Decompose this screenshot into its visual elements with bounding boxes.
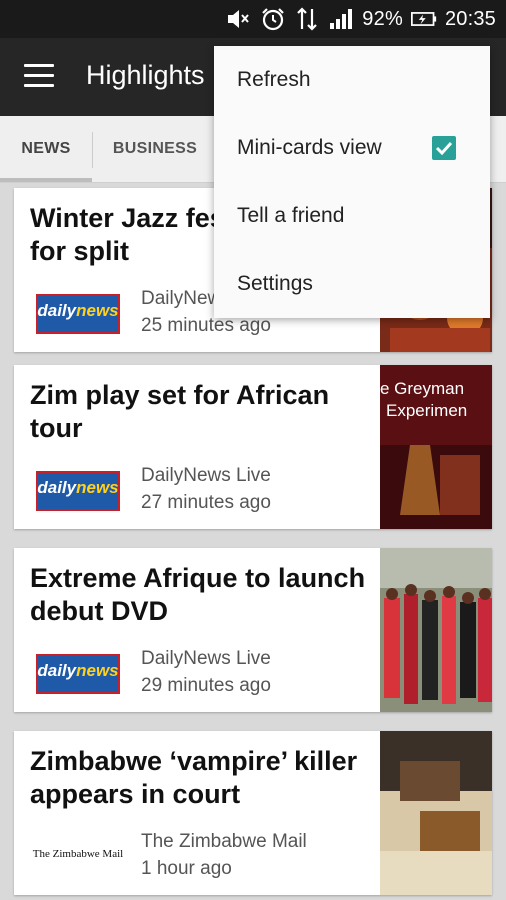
article-title-line: Zim play set for African <box>30 380 330 410</box>
status-icons: 92% 20:35 <box>226 6 496 32</box>
page-title: Highlights <box>86 60 205 90</box>
signal-icon <box>328 6 354 32</box>
source-logo: The Zimbabwe Mail <box>28 837 132 877</box>
publish-time: 27 minutes ago <box>141 492 271 513</box>
alarm-icon <box>260 6 286 32</box>
article-title: Extreme Afrique to launch debut DVD <box>30 562 378 628</box>
article-title-line: Extreme Afrique to launch <box>30 563 366 593</box>
menu-item-tell-a-friend[interactable]: Tell a friend <box>214 182 490 250</box>
source-logo: dailynews <box>36 654 122 694</box>
menu-item-settings[interactable]: Settings <box>214 250 490 318</box>
thumbnail-caption: Experimen <box>386 401 468 420</box>
article-card[interactable]: Zim play set for African tour dailynews … <box>14 365 492 529</box>
source-name: The Zimbabwe Mail <box>141 831 307 852</box>
hamburger-menu-icon[interactable] <box>24 64 56 88</box>
article-card[interactable]: Extreme Afrique to launch debut DVD dail… <box>14 548 492 712</box>
thumbnail-caption: e Greyman <box>380 379 465 398</box>
overflow-menu: Refresh Mini-cards view Tell a friend Se… <box>214 46 490 318</box>
menu-item-label: Refresh <box>237 68 311 91</box>
menu-item-label: Tell a friend <box>237 204 345 227</box>
status-bar: 92% 20:35 <box>0 0 506 38</box>
data-transfer-icon <box>294 6 320 32</box>
article-title: Zimbabwe ‘vampire’ killer appears in cou… <box>30 745 378 811</box>
tab-business[interactable]: BUSINESS <box>96 116 214 182</box>
menu-item-refresh[interactable]: Refresh <box>214 46 490 114</box>
article-title: Zim play set for African tour <box>30 379 378 445</box>
article-title-line: appears in court <box>30 779 241 809</box>
menu-item-label: Mini-cards view <box>237 136 382 159</box>
source-logo: dailynews <box>36 471 122 511</box>
article-thumbnail <box>380 731 492 895</box>
source-name: DailyNews Live <box>141 648 271 669</box>
article-title-line: Zimbabwe ‘vampire’ killer <box>30 746 358 776</box>
battery-charging-icon <box>410 6 437 32</box>
battery-percent: 92% <box>362 7 403 30</box>
active-tab-indicator <box>0 178 92 182</box>
source-name: DailyNews Live <box>141 465 271 486</box>
checkmark-icon <box>435 141 453 155</box>
article-thumbnail <box>380 548 492 712</box>
article-title-line: tour <box>30 413 83 443</box>
mini-cards-checkbox[interactable] <box>432 136 456 160</box>
publish-time: 1 hour ago <box>141 858 232 879</box>
publish-time: 29 minutes ago <box>141 675 271 696</box>
clock: 20:35 <box>444 7 496 30</box>
source-logo: dailynews <box>36 294 122 334</box>
article-title-line: debut DVD <box>30 596 168 626</box>
article-thumbnail: e Greyman Experimen <box>380 365 492 529</box>
tab-divider <box>92 132 93 168</box>
mute-icon <box>226 6 252 32</box>
menu-item-mini-cards-view[interactable]: Mini-cards view <box>214 114 490 182</box>
tab-news[interactable]: NEWS <box>0 116 92 182</box>
menu-item-label: Settings <box>237 272 313 295</box>
publish-time: 25 minutes ago <box>141 315 271 336</box>
article-card[interactable]: Zimbabwe ‘vampire’ killer appears in cou… <box>14 731 492 895</box>
